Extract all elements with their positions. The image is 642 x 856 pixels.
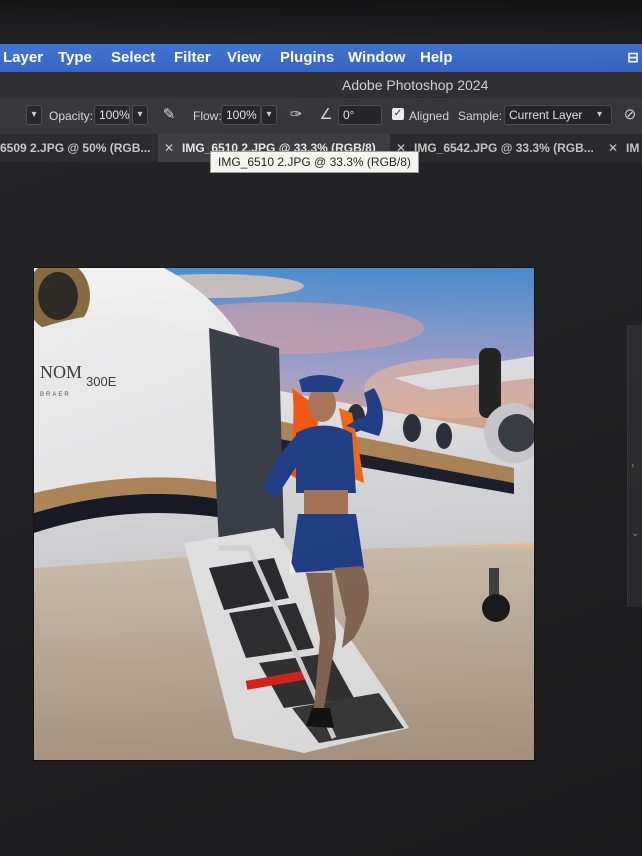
tab-label: 6509 2.JPG @ 50% (RGB... bbox=[0, 141, 151, 155]
opacity-input[interactable]: 100% bbox=[94, 105, 130, 125]
brush-preset-dropdown[interactable]: ▾ bbox=[26, 105, 42, 125]
close-tab-icon[interactable]: ✕ bbox=[164, 141, 174, 155]
document-image[interactable]: NOM 300E BRAER bbox=[34, 268, 534, 760]
jet-subtext: BRAER bbox=[40, 392, 71, 398]
tab-img-6509[interactable]: 6509 2.JPG @ 50% (RGB... bbox=[0, 134, 158, 162]
photo-jet-stairs: NOM 300E BRAER bbox=[34, 268, 534, 760]
collapsed-panel-strip[interactable]: › ⌄ bbox=[627, 325, 642, 607]
tab-img-overflow[interactable]: ✕ IM bbox=[604, 134, 642, 162]
opacity-label: Opacity: bbox=[49, 109, 94, 123]
menu-select[interactable]: Select bbox=[111, 49, 155, 66]
flow-dropdown[interactable]: ▾ bbox=[261, 105, 277, 125]
tab-img-6542[interactable]: ✕ IMG_6542.JPG @ 33.3% (RGB... bbox=[390, 134, 604, 162]
app-title: Adobe Photoshop 2024 bbox=[342, 77, 489, 93]
menu-filter[interactable]: Filter bbox=[174, 49, 211, 66]
angle-input[interactable]: 0° bbox=[338, 105, 382, 125]
sample-chevron-icon: ▾ bbox=[597, 109, 603, 120]
angle-icon: ∠ bbox=[319, 106, 333, 123]
chevron-right-icon[interactable]: › bbox=[631, 460, 634, 471]
airbrush-icon[interactable]: ✑ bbox=[286, 105, 306, 125]
aligned-checkbox[interactable]: ✓ bbox=[392, 108, 404, 120]
sample-label: Sample: bbox=[458, 109, 503, 123]
aligned-label: Aligned bbox=[409, 109, 450, 123]
jet-model: 300E bbox=[86, 374, 117, 389]
menu-type[interactable]: Type bbox=[58, 49, 92, 66]
menu-plugins[interactable]: Plugins bbox=[280, 49, 334, 66]
chevron-down-icon[interactable]: ⌄ bbox=[631, 528, 639, 539]
monitor-bezel bbox=[0, 0, 642, 44]
flow-input[interactable]: 100% bbox=[221, 105, 261, 125]
flow-label: Flow: bbox=[193, 109, 222, 123]
tab-label: IM bbox=[626, 141, 640, 155]
menu-window[interactable]: Window bbox=[348, 49, 405, 66]
opacity-dropdown[interactable]: ▾ bbox=[132, 105, 148, 125]
options-bar: ▾ Opacity: 100% ▾ ✎ Flow: 100% ▾ ✑ ∠ 0° … bbox=[0, 98, 642, 135]
ignore-adjustment-layers-icon[interactable]: ⊘ bbox=[620, 105, 640, 125]
tab-label: IMG_6542.JPG @ 33.3% (RGB... bbox=[414, 141, 594, 155]
app-title-bar: Adobe Photoshop 2024 bbox=[0, 72, 642, 98]
close-tab-icon[interactable]: ✕ bbox=[608, 141, 618, 155]
menu-view[interactable]: View bbox=[227, 49, 261, 66]
menu-layer[interactable]: Layer bbox=[3, 49, 43, 66]
jet-text: NOM bbox=[40, 362, 82, 382]
pressure-opacity-icon[interactable]: ✎ bbox=[159, 105, 179, 125]
control-center-icon[interactable]: ⊟ bbox=[626, 49, 640, 65]
menu-help[interactable]: Help bbox=[420, 49, 453, 66]
menu-bar: Layer Type Select Filter View Plugins Wi… bbox=[0, 44, 642, 72]
tab-tooltip: IMG_6510 2.JPG @ 33.3% (RGB/8) bbox=[210, 151, 419, 173]
sample-select[interactable]: Current Layer bbox=[504, 105, 612, 125]
